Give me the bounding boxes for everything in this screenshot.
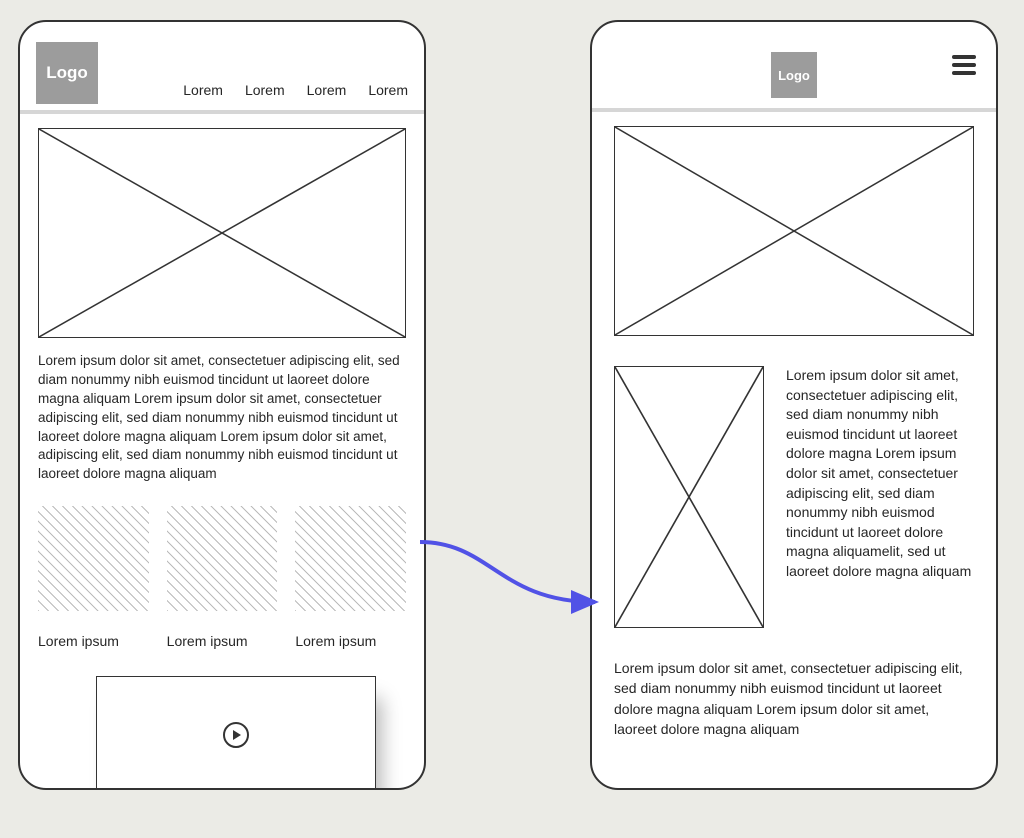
device-frame-b: Logo Lorem ipsum dolor sit amet, consect… <box>590 20 998 790</box>
logo-b: Logo <box>771 52 817 98</box>
nav-item-0[interactable]: Lorem <box>183 82 223 98</box>
side-image-placeholder <box>614 366 764 628</box>
play-icon <box>223 722 249 748</box>
thumb-image-2 <box>295 506 406 611</box>
thumb-image-0 <box>38 506 149 611</box>
nav-item-1[interactable]: Lorem <box>245 82 285 98</box>
thumb-label-2: Lorem ipsum <box>295 633 406 649</box>
logo-text-b: Logo <box>778 68 810 83</box>
paragraph-a: Lorem ipsum dolor sit amet, consectetuer… <box>38 352 406 484</box>
thumb-1[interactable]: Lorem ipsum <box>167 506 278 649</box>
header-b: Logo <box>592 22 996 108</box>
paragraph-b-below: Lorem ipsum dolor sit amet, consectetuer… <box>614 658 974 739</box>
body-a: Lorem ipsum dolor sit amet, consectetuer… <box>20 114 424 649</box>
split-row: Lorem ipsum dolor sit amet, consectetuer… <box>614 366 974 628</box>
thumb-row: Lorem ipsum Lorem ipsum Lorem ipsum <box>38 506 406 649</box>
thumb-label-0: Lorem ipsum <box>38 633 149 649</box>
hero-image-placeholder-a <box>38 128 406 338</box>
device-frame-a: Logo Lorem Lorem Lorem Lorem Lorem ipsum… <box>18 20 426 790</box>
paragraph-b-right: Lorem ipsum dolor sit amet, consectetuer… <box>786 366 974 628</box>
thumb-label-1: Lorem ipsum <box>167 633 278 649</box>
body-b: Lorem ipsum dolor sit amet, consectetuer… <box>592 112 996 739</box>
logo-a: Logo <box>36 42 98 104</box>
nav-item-3[interactable]: Lorem <box>368 82 408 98</box>
thumb-0[interactable]: Lorem ipsum <box>38 506 149 649</box>
thumb-image-1 <box>167 506 278 611</box>
thumb-2[interactable]: Lorem ipsum <box>295 506 406 649</box>
header-a: Logo Lorem Lorem Lorem Lorem <box>20 22 424 110</box>
hamburger-icon[interactable] <box>952 51 976 79</box>
nav-item-2[interactable]: Lorem <box>307 82 347 98</box>
nav-a: Lorem Lorem Lorem Lorem <box>183 82 408 104</box>
logo-text: Logo <box>46 63 88 83</box>
video-placeholder[interactable] <box>96 676 376 790</box>
hero-image-placeholder-b <box>614 126 974 336</box>
